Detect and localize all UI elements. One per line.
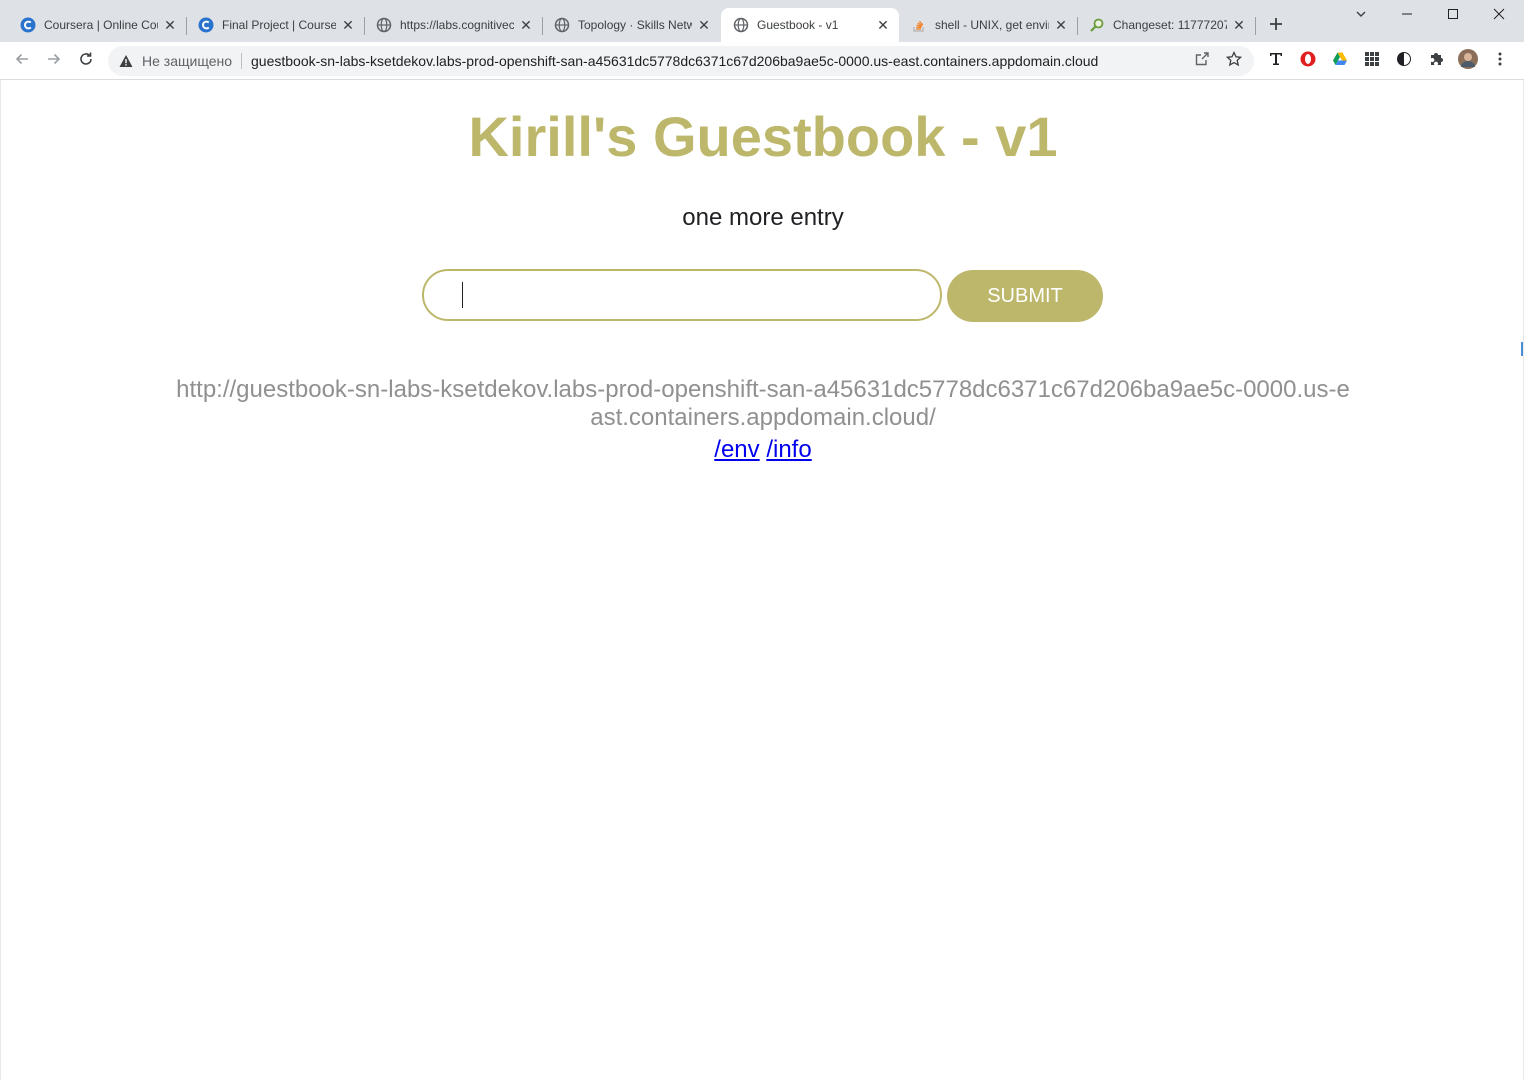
extension-t-button[interactable]	[1266, 51, 1286, 71]
back-button[interactable]	[10, 49, 34, 73]
host-address: http://guestbook-sn-labs-ksetdekov.labs-…	[176, 376, 1350, 431]
links: /env /info	[1, 436, 1524, 464]
extension-drive-button[interactable]	[1330, 51, 1350, 71]
info-link[interactable]: /info	[766, 436, 811, 463]
tab-title: shell - UNIX, get environment	[935, 18, 1049, 32]
env-link[interactable]: /env	[714, 436, 759, 463]
globe-icon	[733, 17, 749, 33]
changeset-icon	[1089, 17, 1105, 33]
globe-icon	[554, 17, 570, 33]
submit-button[interactable]: SUBMIT	[947, 270, 1103, 322]
tab-labs[interactable]: https://labs.cognitiveclass.ai ✕	[364, 8, 542, 42]
close-icon[interactable]: ✕	[1231, 17, 1247, 33]
address-bar[interactable]: Не защищено guestbook-sn-labs-ksetdekov.…	[108, 46, 1254, 76]
window-close-button[interactable]	[1476, 0, 1522, 32]
avatar	[1458, 48, 1478, 74]
profile-button[interactable]	[1458, 48, 1478, 74]
tab-strip: Coursera | Online Courses ✕ Final Projec…	[0, 0, 1524, 42]
url-text[interactable]: guestbook-sn-labs-ksetdekov.labs-prod-op…	[251, 53, 1190, 69]
tab-title: https://labs.cognitiveclass.ai	[400, 18, 514, 32]
close-icon[interactable]: ✕	[875, 17, 891, 33]
close-icon	[1493, 7, 1505, 25]
tab-title: Topology · Skills Network	[578, 18, 692, 32]
close-icon[interactable]: ✕	[696, 17, 712, 33]
page-title: Kirill's Guestbook - v1	[468, 105, 1058, 168]
tab-search-button[interactable]	[1338, 0, 1384, 32]
tab-title: Coursera | Online Courses	[44, 18, 158, 32]
divider	[241, 53, 242, 69]
entry-input[interactable]	[422, 269, 942, 321]
more-vert-icon	[1492, 51, 1508, 72]
security-label[interactable]: Не защищено	[142, 53, 232, 69]
page-content: Kirill's Guestbook - v1 one more entry S…	[0, 80, 1524, 1080]
forward-button[interactable]	[42, 49, 66, 73]
browser-toolbar: Не защищено guestbook-sn-labs-ksetdekov.…	[0, 42, 1524, 80]
warning-icon[interactable]	[118, 53, 134, 69]
tab-title: Guestbook - v1	[757, 18, 839, 32]
close-icon[interactable]: ✕	[340, 17, 356, 33]
guestbook-entry: one more entry	[682, 204, 844, 231]
text-cursor	[462, 282, 463, 308]
tab-title: Final Project | Coursera	[222, 18, 336, 32]
tab-guestbook[interactable]: Guestbook - v1 ✕	[721, 8, 899, 42]
browser-menu-button[interactable]	[1490, 51, 1510, 71]
new-tab-button[interactable]	[1264, 14, 1288, 38]
close-icon[interactable]: ✕	[1053, 17, 1069, 33]
maximize-button[interactable]	[1430, 0, 1476, 32]
arrow-right-icon	[46, 51, 62, 72]
maximize-icon	[1447, 7, 1459, 25]
share-button[interactable]	[1190, 49, 1214, 73]
text-extension-icon	[1268, 51, 1284, 72]
tab-final-project[interactable]: Final Project | Coursera ✕	[186, 8, 364, 42]
puzzle-icon	[1428, 51, 1444, 72]
scroll-indicator	[1521, 342, 1523, 356]
tab-separator	[1255, 17, 1256, 35]
extension-opera-button[interactable]	[1298, 51, 1318, 71]
tab-changeset[interactable]: Changeset: 11777207 ✕	[1077, 8, 1255, 42]
bookmark-button[interactable]	[1222, 49, 1246, 73]
star-icon	[1225, 50, 1243, 72]
tab-shell[interactable]: shell - UNIX, get environment ✕	[899, 8, 1077, 42]
stackoverflow-icon	[911, 17, 927, 33]
opera-icon	[1300, 51, 1316, 72]
extension-darkmode-button[interactable]	[1394, 51, 1414, 71]
coursera-icon	[20, 17, 36, 33]
plus-icon	[1269, 17, 1283, 36]
globe-icon	[376, 17, 392, 33]
contrast-icon	[1396, 51, 1412, 72]
reload-button[interactable]	[74, 49, 98, 73]
tab-coursera[interactable]: Coursera | Online Courses ✕	[8, 8, 186, 42]
tab-topology[interactable]: Topology · Skills Network ✕	[542, 8, 720, 42]
chevron-down-icon	[1355, 7, 1367, 25]
tab-title: Changeset: 11777207	[1113, 18, 1227, 32]
close-icon[interactable]: ✕	[518, 17, 534, 33]
minimize-icon	[1401, 7, 1413, 25]
reload-icon	[78, 51, 94, 72]
minimize-button[interactable]	[1384, 0, 1430, 32]
grid-icon	[1364, 51, 1380, 72]
google-drive-icon	[1332, 51, 1348, 72]
share-icon	[1194, 51, 1210, 72]
extension-grid-button[interactable]	[1362, 51, 1382, 71]
arrow-left-icon	[14, 51, 30, 72]
close-icon[interactable]: ✕	[162, 17, 178, 33]
coursera-icon	[198, 17, 214, 33]
extensions-button[interactable]	[1426, 51, 1446, 71]
